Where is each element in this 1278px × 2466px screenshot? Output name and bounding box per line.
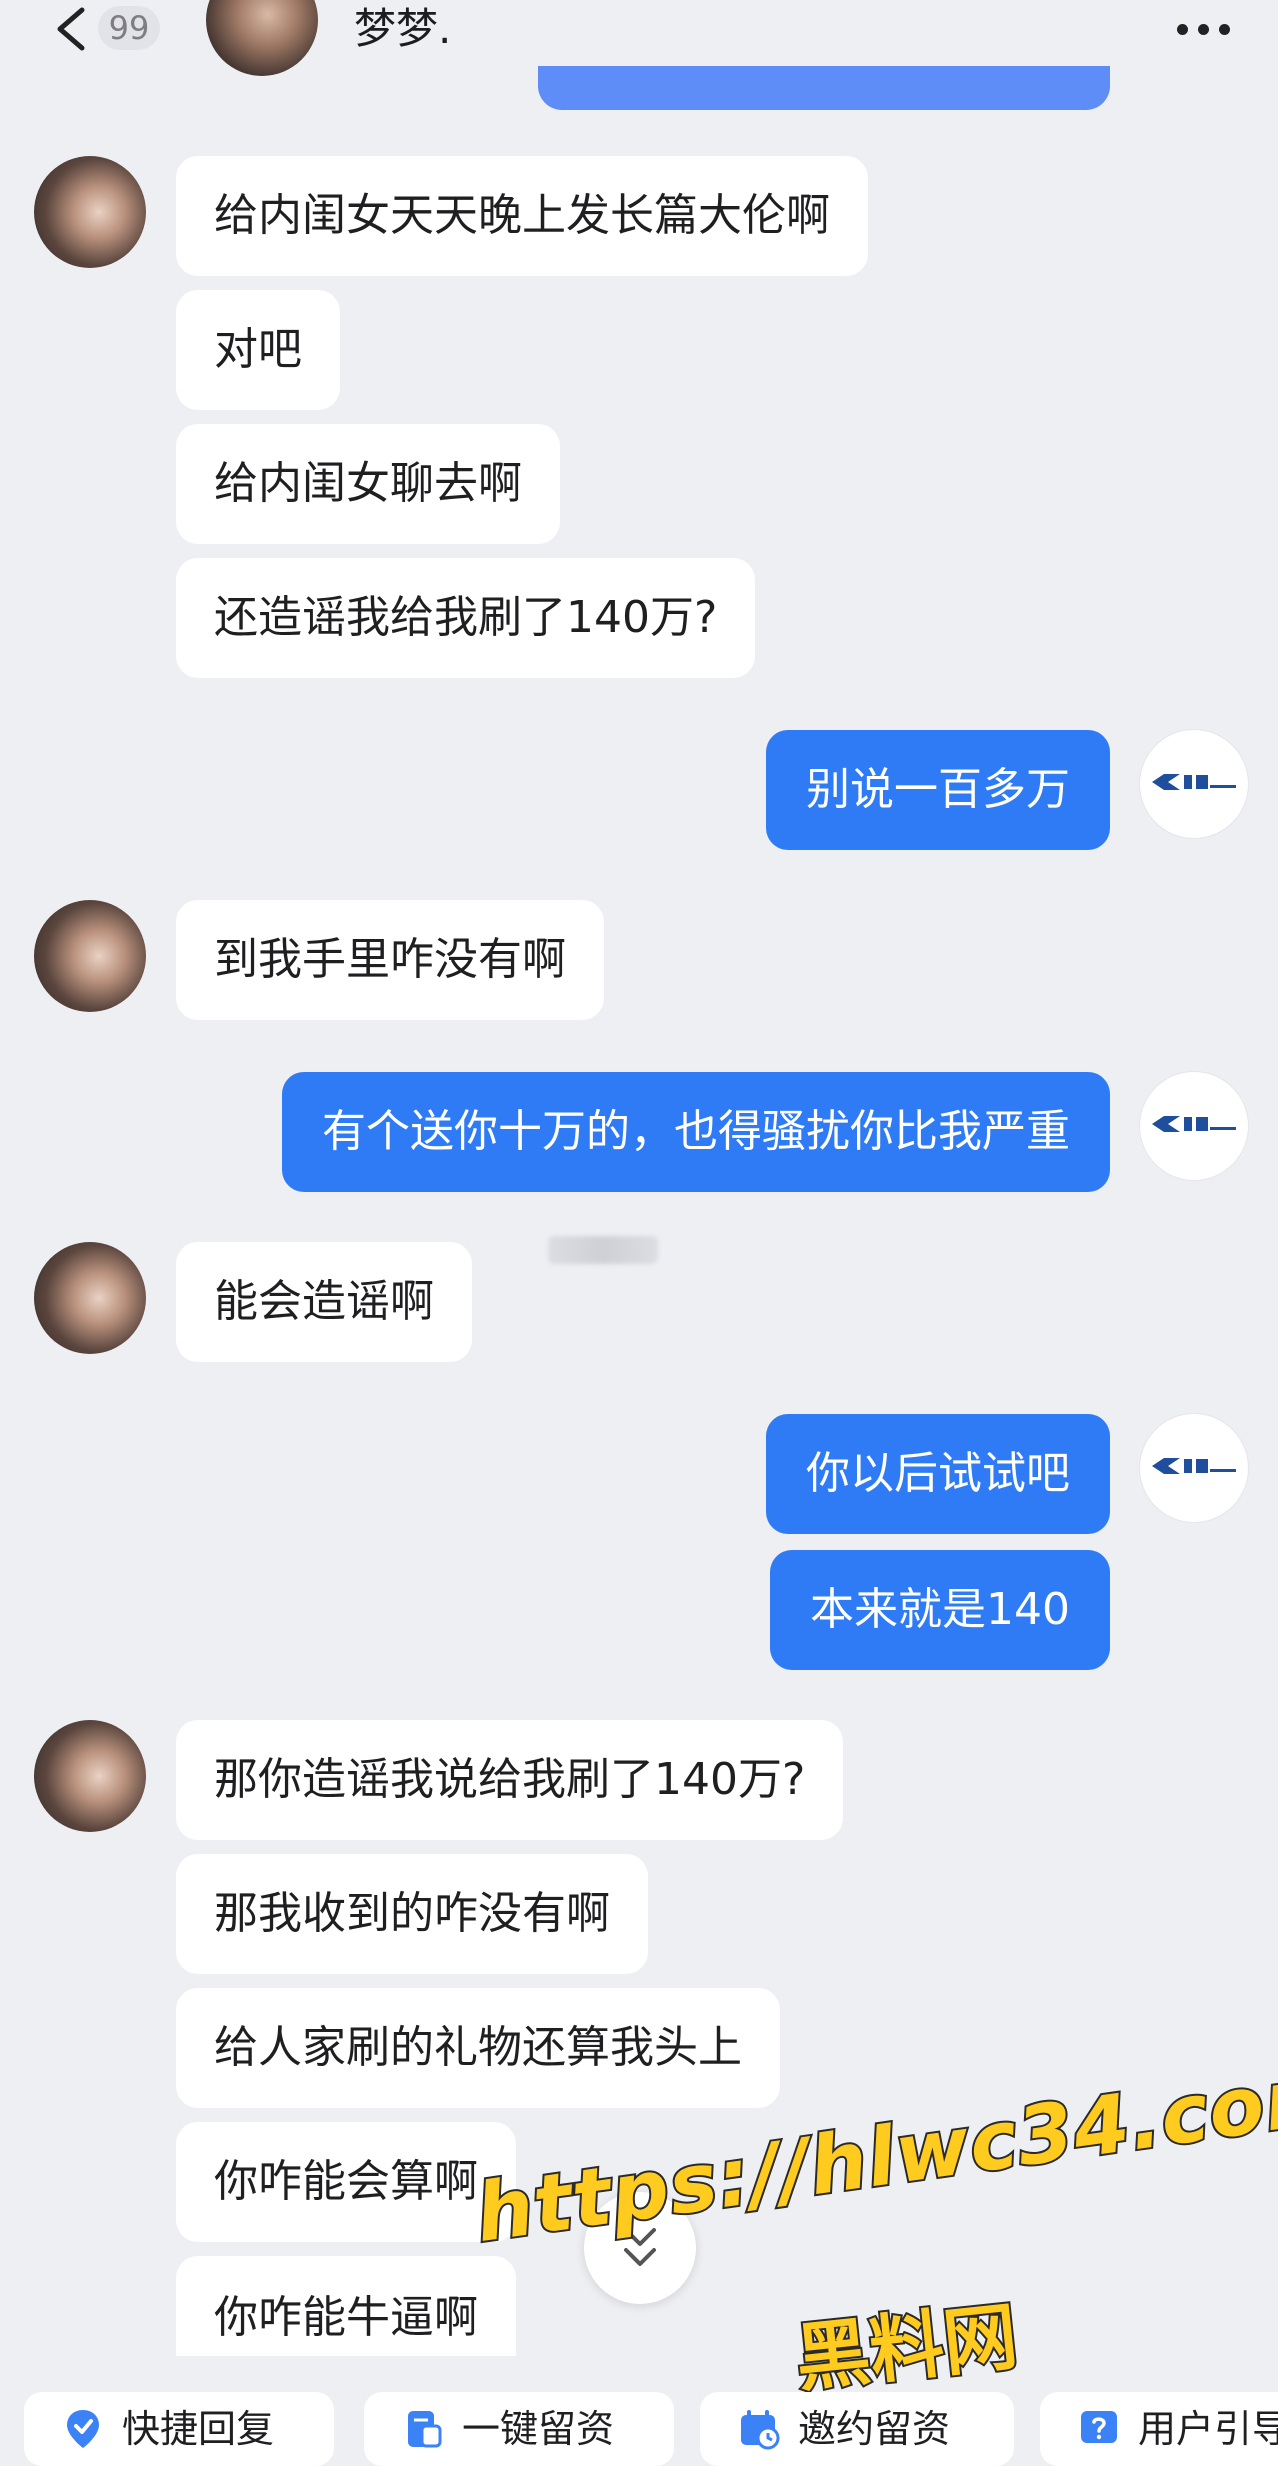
user-guide-label: 用户引导: [1138, 2407, 1278, 2451]
message-bubble-incoming[interactable]: 那我收到的咋没有啊: [176, 1854, 648, 1974]
message-bubble-incoming[interactable]: 给人家刷的礼物还算我头上: [176, 1988, 780, 2108]
invite-lead-button[interactable]: 邀约留资: [700, 2392, 1014, 2466]
message-bubble-incoming[interactable]: 你咋能会算啊: [176, 2122, 516, 2242]
contact-message-avatar[interactable]: [34, 900, 146, 1012]
message-bubble-incoming[interactable]: 对吧: [176, 290, 340, 410]
chat-header: 99 梦梦.: [0, 0, 1278, 76]
quick-reply-button[interactable]: 快捷回复: [24, 2392, 334, 2466]
unread-badge: 99: [98, 6, 160, 50]
invite-lead-label: 邀约留资: [798, 2407, 951, 2451]
message-bubble-incoming[interactable]: 那你造谣我说给我刷了140万?: [176, 1720, 844, 1840]
more-button[interactable]: [1172, 20, 1236, 40]
message-bubble-incoming[interactable]: 还造谣我给我刷了140万?: [176, 558, 756, 678]
message-bubble-incoming[interactable]: 给内闺女天天晚上发长篇大伦啊: [176, 156, 868, 276]
one-click-lead-button[interactable]: 一键留资: [364, 2392, 674, 2466]
logo-icon: [1152, 774, 1236, 790]
self-avatar[interactable]: [1140, 730, 1248, 838]
contact-message-avatar[interactable]: [34, 156, 146, 268]
quick-action-bar: 快捷回复 一键留资 邀约留资 用户引导: [0, 2382, 1278, 2466]
form-icon: [408, 2411, 442, 2448]
contact-name[interactable]: 梦梦.: [354, 0, 451, 58]
user-guide-button[interactable]: 用户引导: [1040, 2392, 1278, 2466]
message-bubble-incoming[interactable]: 能会造谣啊: [176, 1242, 472, 1362]
help-icon: [1081, 2411, 1117, 2443]
message-bubble-outgoing[interactable]: 别说一百多万: [766, 730, 1110, 850]
calendar-icon: [741, 2410, 780, 2450]
logo-icon: [1152, 1116, 1236, 1132]
self-avatar[interactable]: [1140, 1414, 1248, 1522]
chevron-left-icon: [57, 7, 85, 51]
message-bubble-incoming[interactable]: 到我手里咋没有啊: [176, 900, 604, 1020]
contact-avatar[interactable]: [206, 0, 318, 76]
message-bubble-incoming[interactable]: 给内闺女聊去啊: [176, 424, 560, 544]
contact-message-avatar[interactable]: [34, 1242, 146, 1354]
location-pin-icon: [67, 2410, 99, 2448]
more-horizontal-icon: [1177, 24, 1188, 35]
quick-reply-label: 快捷回复: [122, 2407, 275, 2451]
message-bubble-outgoing[interactable]: 有个送你十万的，也得骚扰你比我严重: [282, 1072, 1110, 1192]
contact-message-avatar[interactable]: [34, 1720, 146, 1832]
previous-message-bubble: [538, 66, 1110, 110]
blurred-timestamp: [548, 1236, 658, 1264]
self-avatar[interactable]: [1140, 1072, 1248, 1180]
one-click-lead-label: 一键留资: [462, 2407, 615, 2451]
back-button[interactable]: [52, 4, 90, 54]
message-bubble-outgoing[interactable]: 本来就是140: [770, 1550, 1110, 1670]
message-bubble-outgoing[interactable]: 你以后试试吧: [766, 1414, 1110, 1534]
logo-icon: [1152, 1458, 1236, 1474]
message-bubble-incoming[interactable]: 你咋能牛逼啊: [176, 2256, 516, 2356]
